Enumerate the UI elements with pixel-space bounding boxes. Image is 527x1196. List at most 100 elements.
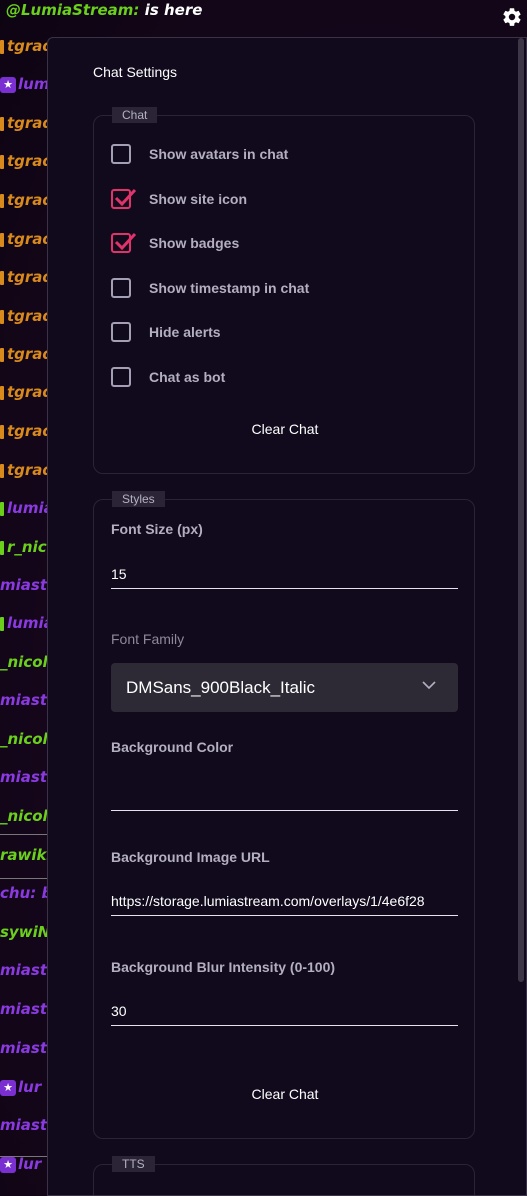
blur-input[interactable] (111, 996, 458, 1026)
chat-username: sywiN (0, 923, 51, 941)
chat-line: miast (0, 997, 47, 1021)
platform-badge-icon (0, 616, 4, 631)
chat-group-label: Chat (112, 107, 158, 123)
chat-username: miast (0, 1116, 47, 1134)
chat-group: Chat Show avatars in chat Show site icon… (93, 107, 476, 474)
chat-line: miast (0, 688, 47, 712)
chat-line: sywiN (0, 920, 50, 944)
panel-title: Chat Settings (93, 64, 178, 80)
chat-line: miast (0, 765, 47, 789)
chat-divider (0, 834, 48, 835)
platform-badge-icon (0, 39, 4, 54)
chat-username: lur (18, 1078, 42, 1096)
checkbox-hide-alerts[interactable] (111, 322, 131, 342)
option-label: Show avatars in chat (149, 146, 289, 162)
clear-chat-button-styles[interactable]: Clear Chat (94, 1086, 476, 1102)
platform-badge-icon (0, 540, 4, 555)
platform-badge-icon (0, 193, 4, 208)
platform-badge-icon (0, 154, 4, 169)
bg-image-label: Background Image URL (111, 849, 270, 865)
chat-line: _nicol (0, 650, 48, 674)
panel-scrollbar[interactable] (518, 38, 524, 982)
bg-color-input[interactable] (111, 781, 458, 811)
option-label: Hide alerts (149, 324, 221, 340)
chat-divider (0, 1156, 48, 1157)
option-hide-alerts[interactable]: Hide alerts (111, 320, 221, 344)
chat-line: tgrad (0, 458, 53, 482)
font-family-label: Font Family (111, 631, 185, 647)
checkbox-show-timestamp[interactable] (111, 278, 131, 298)
platform-badge-icon (0, 385, 4, 400)
chat-line: tgrad (0, 34, 53, 58)
bg-image-input[interactable] (111, 886, 458, 916)
star-badge-icon: ★ (0, 76, 16, 93)
blur-label: Background Blur Intensity (0-100) (111, 959, 336, 975)
chat-username: r_nic (7, 538, 47, 556)
platform-badge-icon (0, 309, 4, 324)
chat-line: tgrad (0, 149, 53, 173)
chat-divider (0, 878, 48, 879)
platform-badge-icon (0, 501, 4, 516)
star-badge-icon: ★ (0, 1079, 16, 1096)
chat-line: tgrad (0, 304, 53, 328)
chat-line: ★ lur (0, 1075, 41, 1099)
chat-username: miast (0, 1000, 47, 1018)
chat-line: tgrad (0, 342, 53, 366)
star-badge-icon: ★ (0, 1156, 16, 1173)
clear-chat-button[interactable]: Clear Chat (94, 421, 476, 437)
option-chat-as-bot[interactable]: Chat as bot (111, 365, 225, 389)
chat-line: tgrad (0, 111, 53, 135)
chat-username: miast (0, 961, 47, 979)
chat-username: miast (0, 576, 47, 594)
platform-badge-icon (0, 116, 4, 131)
font-size-label: Font Size (px) (111, 521, 203, 537)
chevron-down-icon (422, 681, 436, 690)
styles-group-label: Styles (112, 491, 165, 507)
option-show-avatars[interactable]: Show avatars in chat (111, 142, 288, 166)
tts-group: TTS (93, 1156, 475, 1195)
checkbox-show-avatars[interactable] (111, 144, 131, 164)
chat-line: _nicol (0, 727, 48, 751)
chat-line: miast (0, 958, 47, 982)
chat-line: tgrad (0, 419, 53, 443)
chat-message-text: is here (144, 1, 203, 19)
chat-top-message: @LumiaStream: is here (6, 0, 202, 22)
chat-line: tgrad (0, 188, 53, 212)
font-family-select[interactable]: DMSans_900Black_Italic (111, 663, 458, 712)
chat-line: tgrad (0, 227, 53, 251)
platform-badge-icon (0, 270, 4, 285)
chat-line: miast (0, 573, 47, 597)
font-size-input[interactable] (111, 559, 458, 589)
option-show-site-icon[interactable]: Show site icon (111, 187, 247, 211)
chat-username: _nicol (0, 653, 48, 671)
chat-line: chu: b (0, 881, 52, 905)
platform-badge-icon (0, 463, 4, 478)
option-show-timestamp[interactable]: Show timestamp in chat (111, 276, 309, 300)
chat-line: tgrad (0, 265, 53, 289)
gear-icon[interactable] (501, 6, 523, 28)
chat-settings-panel: Chat Settings Chat Show avatars in chat … (47, 37, 527, 1196)
chat-line: miast (0, 1113, 47, 1137)
checkbox-show-site-icon[interactable] (111, 188, 137, 209)
checkmark-icon (114, 232, 137, 251)
option-label: Show badges (149, 235, 240, 251)
chat-username: miast (0, 768, 47, 786)
chat-line: ★ lum (0, 72, 49, 96)
bg-color-label: Background Color (111, 739, 234, 755)
chat-line: r_nic (0, 535, 47, 559)
chat-line: miast (0, 1036, 47, 1060)
platform-badge-icon (0, 232, 4, 247)
option-label: Chat as bot (149, 369, 226, 385)
chat-username: miast (0, 691, 47, 709)
checkbox-chat-as-bot[interactable] (111, 367, 131, 387)
checkbox-show-badges[interactable] (111, 232, 137, 253)
chat-username: _nicol (0, 730, 48, 748)
tts-group-label: TTS (112, 1156, 155, 1172)
chat-username: _nicol (0, 807, 48, 825)
chat-username: lum (18, 75, 50, 93)
chat-username: lur (18, 1155, 42, 1173)
chat-line: tgrad (0, 380, 53, 404)
font-family-value: DMSans_900Black_Italic (126, 677, 315, 697)
option-show-badges[interactable]: Show badges (111, 231, 239, 255)
option-label: Show timestamp in chat (149, 280, 310, 296)
